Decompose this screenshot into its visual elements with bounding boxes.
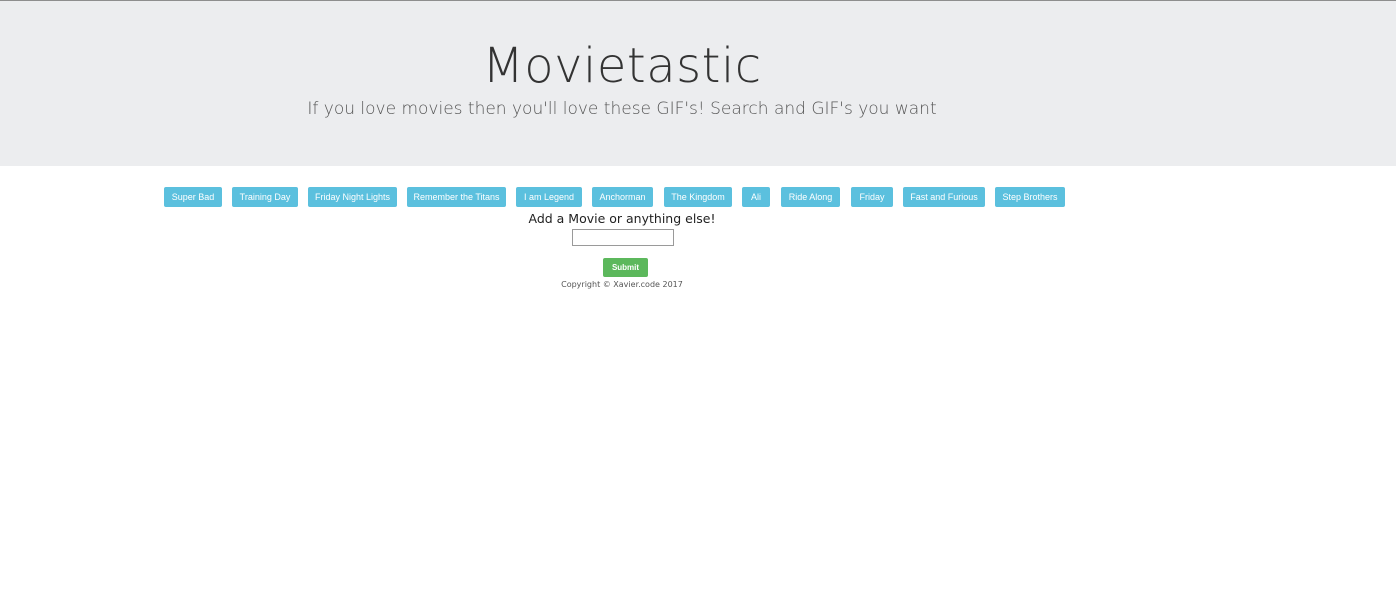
add-movie-label: Add a Movie or anything else!: [528, 211, 716, 226]
movie-button-ride-along[interactable]: Ride Along: [781, 187, 840, 207]
movie-button-anchorman[interactable]: Anchorman: [592, 187, 653, 207]
movie-button-remember-the-titans[interactable]: Remember the Titans: [407, 187, 506, 207]
submit-button[interactable]: Submit: [603, 258, 648, 277]
movie-input[interactable]: [572, 229, 674, 246]
movie-button-friday[interactable]: Friday: [851, 187, 893, 207]
movie-button-fast-and-furious[interactable]: Fast and Furious: [903, 187, 985, 207]
movie-button-training-day[interactable]: Training Day: [232, 187, 298, 207]
site-subtitle: If you love movies then you'll love thes…: [307, 99, 937, 119]
header-jumbotron: Movietastic If you love movies then you'…: [0, 1, 1396, 166]
movie-button-i-am-legend[interactable]: I am Legend: [516, 187, 582, 207]
site-title: Movietastic: [482, 38, 762, 94]
movie-button-super-bad[interactable]: Super Bad: [164, 187, 222, 207]
copyright-text: Copyright © Xavier.code 2017: [561, 280, 683, 289]
movie-button-step-brothers[interactable]: Step Brothers: [995, 187, 1065, 207]
movie-button-friday-night-lights[interactable]: Friday Night Lights: [308, 187, 397, 207]
movie-button-ali[interactable]: Ali: [742, 187, 770, 207]
movie-button-the-kingdom[interactable]: The Kingdom: [664, 187, 732, 207]
